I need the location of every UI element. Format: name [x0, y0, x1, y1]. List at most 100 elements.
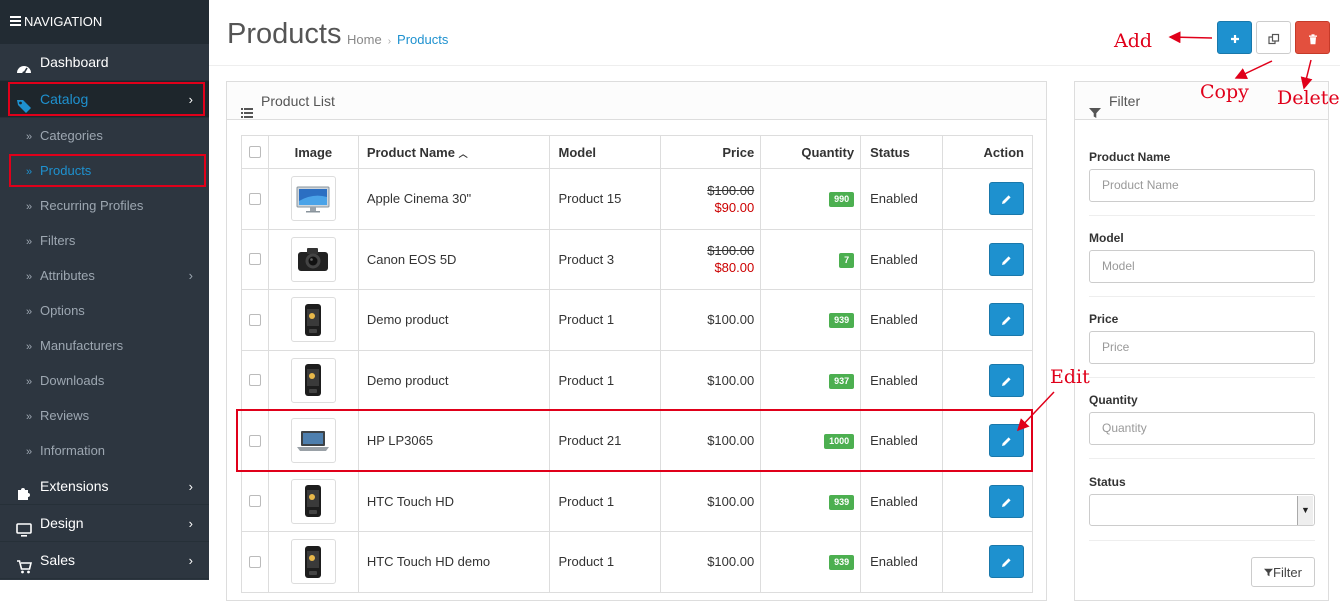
select-all-checkbox[interactable]	[248, 146, 261, 158]
sidebar-item-reviews[interactable]: » Reviews	[0, 398, 209, 433]
product-list-panel: Product List Image Product Name ︿ Model …	[226, 81, 1047, 601]
product-status: Enabled	[860, 289, 944, 351]
sidebar-item-downloads[interactable]: » Downloads	[0, 363, 209, 398]
sidebar-item-information[interactable]: » Information	[0, 433, 209, 468]
sidebar-item-attributes[interactable]: » Attributes ›	[0, 258, 209, 293]
sidebar-menu: Dashboard Catalog › » Categories » Product…	[0, 44, 209, 579]
row-select-cell	[241, 410, 269, 472]
hamburger-icon	[10, 14, 21, 28]
product-quantity-cell: 990	[760, 168, 862, 230]
row-select-cell	[241, 289, 269, 351]
sidebar-item-extensions[interactable]: Extensions ›	[0, 468, 209, 505]
chevron-right-icon: ›	[188, 92, 193, 107]
divider	[1089, 296, 1315, 297]
filter-quantity-label: Quantity	[1089, 393, 1138, 407]
double-chevron-icon: »	[26, 236, 33, 248]
row-image-cell	[267, 228, 359, 290]
row-checkbox[interactable]	[248, 555, 261, 568]
price: $100.00	[707, 433, 755, 449]
price-original: $100.00	[707, 243, 755, 259]
sidebar-item-recurring-profiles[interactable]: » Recurring Profiles	[0, 188, 209, 223]
column-status[interactable]: Status	[860, 135, 944, 169]
quantity-badge: 939	[829, 555, 855, 571]
sidebar-item-label: Extensions	[40, 478, 109, 494]
sidebar-item-catalog[interactable]: Catalog ›	[0, 81, 209, 118]
column-image: Image	[267, 135, 359, 169]
sidebar-item-label: Categories	[40, 128, 103, 143]
product-price: $100.00	[660, 470, 762, 532]
edit-button[interactable]	[989, 182, 1024, 216]
annotation-delete: Delete	[1277, 87, 1340, 109]
price: $100.00	[707, 312, 755, 328]
pencil-icon	[1002, 256, 1011, 265]
product-status: Enabled	[860, 410, 944, 472]
double-chevron-icon: »	[26, 341, 33, 353]
sidebar-item-sales[interactable]: Sales ›	[0, 542, 209, 579]
dashboard-icon	[16, 54, 32, 75]
sidebar-item-dashboard[interactable]: Dashboard	[0, 44, 209, 81]
row-checkbox[interactable]	[248, 495, 261, 508]
product-name: Demo product	[357, 289, 551, 351]
row-image-cell	[267, 349, 359, 411]
navigation-header[interactable]: NAVIGATION	[0, 0, 209, 44]
edit-button[interactable]	[989, 303, 1024, 337]
filter-model-input[interactable]: Model	[1089, 250, 1315, 283]
column-price[interactable]: Price	[660, 135, 762, 169]
row-action-cell	[942, 289, 1033, 351]
filter-button[interactable]: Filter	[1251, 557, 1315, 587]
column-model[interactable]: Model	[549, 135, 662, 169]
product-model: Product 21	[549, 410, 662, 472]
sidebar-item-label: Catalog	[40, 91, 89, 107]
sidebar-item-options[interactable]: » Options	[0, 293, 209, 328]
row-checkbox[interactable]	[248, 434, 261, 447]
price: $100.00	[707, 493, 755, 509]
sidebar-item-manufacturers[interactable]: » Manufacturers	[0, 328, 209, 363]
edit-button[interactable]	[989, 484, 1024, 518]
product-thumbnail	[290, 539, 336, 585]
pencil-icon	[1002, 437, 1011, 447]
row-action-cell	[942, 349, 1033, 411]
product-model: Product 1	[549, 531, 662, 593]
pencil-icon	[1002, 498, 1011, 507]
breadcrumb-current[interactable]: Products	[397, 32, 448, 47]
copy-button[interactable]	[1256, 21, 1291, 54]
list-icon	[241, 95, 253, 119]
table-row: HTC Touch HD demo Product 1 $100.00 939 Enab…	[241, 531, 1033, 593]
divider	[1089, 377, 1315, 378]
sidebar-item-label: Options	[40, 303, 85, 318]
edit-button[interactable]	[989, 363, 1024, 397]
add-button[interactable]	[1217, 21, 1252, 54]
row-select-cell	[241, 531, 269, 593]
product-quantity-cell: 939	[760, 289, 862, 351]
edit-button[interactable]	[989, 424, 1024, 458]
edit-button[interactable]	[989, 242, 1024, 276]
product-model: Product 1	[549, 470, 662, 532]
main-content: Products Home › Products Product List Imag…	[209, 0, 1340, 601]
breadcrumb-home[interactable]: Home	[347, 32, 382, 47]
row-checkbox[interactable]	[248, 253, 261, 266]
filter-price-input[interactable]: Price	[1089, 331, 1315, 364]
filter-status-select[interactable]: ▼	[1089, 494, 1315, 526]
product-quantity-cell: 937	[760, 349, 862, 411]
monitor-icon	[16, 515, 32, 537]
column-quantity[interactable]: Quantity	[760, 135, 862, 169]
row-checkbox[interactable]	[248, 192, 261, 205]
sidebar-item-filters[interactable]: » Filters	[0, 223, 209, 258]
tag-icon	[16, 91, 32, 114]
sidebar-item-products[interactable]: » Products	[0, 153, 209, 188]
filter-quantity-input[interactable]: Quantity	[1089, 412, 1315, 445]
double-chevron-icon: »	[26, 131, 33, 143]
delete-button[interactable]	[1295, 21, 1330, 54]
row-checkbox[interactable]	[248, 313, 261, 326]
funnel-icon	[1089, 95, 1101, 119]
product-price: $100.00	[660, 410, 762, 472]
column-product-name[interactable]: Product Name ︿	[357, 135, 551, 169]
edit-button[interactable]	[989, 545, 1024, 579]
navigation-title: NAVIGATION	[24, 14, 103, 29]
chevron-right-icon: ›	[188, 553, 193, 568]
filter-product-name-input[interactable]: Product Name	[1089, 169, 1315, 202]
sidebar-item-design[interactable]: Design ›	[0, 505, 209, 542]
row-checkbox[interactable]	[248, 374, 261, 387]
product-table: Image Product Name ︿ Model Price Quantit…	[241, 135, 1033, 593]
sidebar-item-categories[interactable]: » Categories	[0, 118, 209, 153]
